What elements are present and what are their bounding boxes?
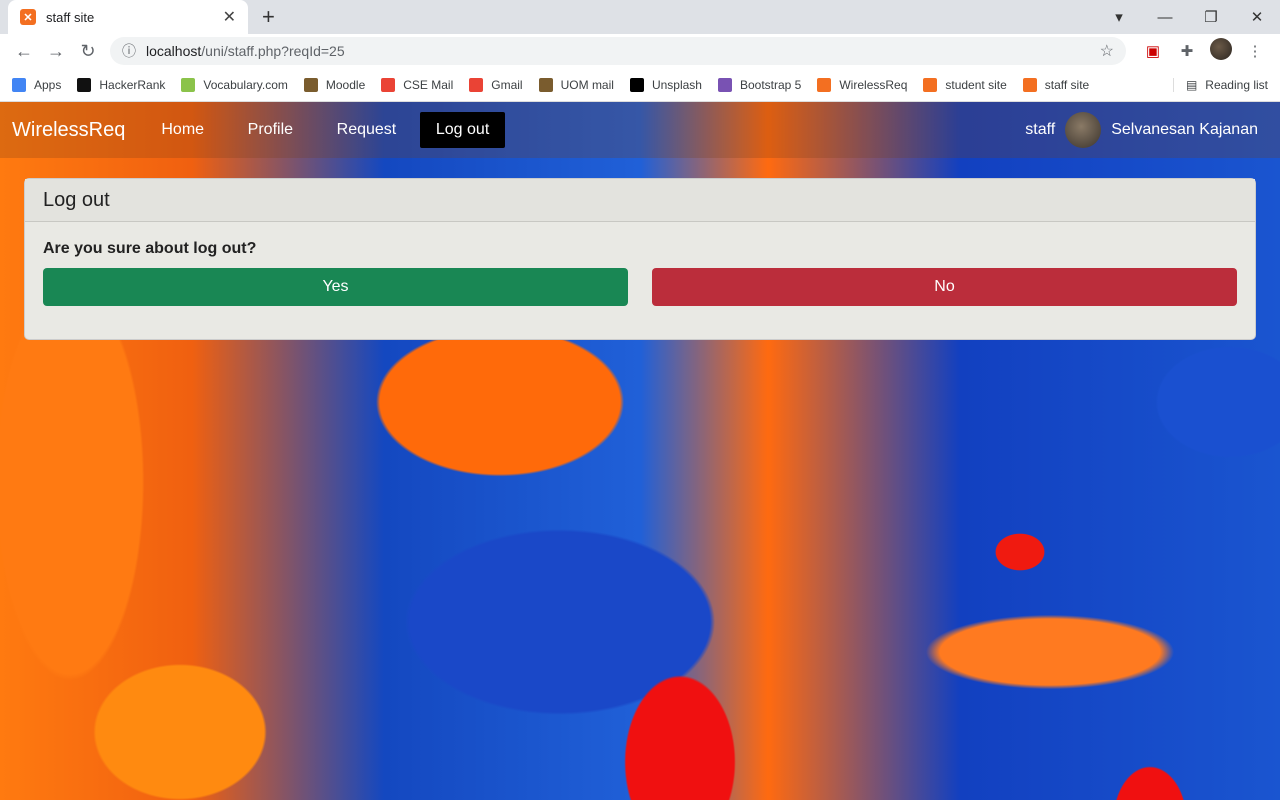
- forward-icon[interactable]: →: [40, 41, 72, 62]
- bookmark-item[interactable]: UOM mail: [538, 77, 614, 92]
- logout-card: Log out Are you sure about log out? Yes …: [24, 178, 1256, 340]
- user-name: Selvanesan Kajanan: [1111, 121, 1258, 138]
- bookmark-label: Apps: [34, 77, 62, 92]
- tab-search-icon[interactable]: ▾: [1096, 8, 1142, 26]
- bookmark-item[interactable]: HackerRank: [77, 77, 166, 92]
- bookmark-label: UOM mail: [560, 77, 614, 92]
- bookmark-item[interactable]: Bootstrap 5: [717, 77, 802, 92]
- bookmark-item[interactable]: WirelessReq: [817, 77, 908, 92]
- no-button[interactable]: No: [652, 268, 1237, 306]
- reading-list[interactable]: ▤ Reading list: [1172, 77, 1268, 92]
- bookmark-star-icon[interactable]: ☆: [1100, 41, 1114, 61]
- bookmark-icon: [817, 77, 832, 92]
- bookmark-icon: [629, 77, 644, 92]
- avatar: [1065, 112, 1102, 148]
- page-content: WirelessReq Home Profile Request Log out…: [0, 102, 1280, 800]
- close-tab-icon[interactable]: ✕: [223, 7, 236, 27]
- profile-avatar[interactable]: [1204, 38, 1238, 64]
- bookmark-label: Vocabulary.com: [203, 77, 288, 92]
- bookmark-icon: [181, 77, 196, 92]
- bookmark-item[interactable]: CSE Mail: [381, 77, 454, 92]
- yes-button[interactable]: Yes: [43, 268, 628, 306]
- url-host: localhost: [146, 43, 202, 59]
- bookmark-label: Moodle: [325, 77, 366, 92]
- bookmark-icon: [469, 77, 484, 92]
- nav-logout[interactable]: Log out: [419, 112, 506, 148]
- card-title: Log out: [25, 179, 1255, 222]
- bookmark-icon: [77, 77, 92, 92]
- bookmark-label: staff site: [1044, 77, 1090, 92]
- user-role: staff: [1025, 121, 1056, 138]
- minimize-icon[interactable]: —: [1142, 9, 1188, 26]
- navbar: WirelessReq Home Profile Request Log out…: [0, 102, 1280, 158]
- bookmark-item[interactable]: student site: [923, 77, 1007, 92]
- extension-icon[interactable]: ▣: [1136, 42, 1170, 60]
- restore-icon[interactable]: ❐: [1188, 8, 1234, 26]
- tab-strip: ✕ staff site ✕ + ▾ — ❐ ✕: [0, 0, 1280, 34]
- bookmark-icon: [12, 77, 26, 92]
- menu-icon[interactable]: ⋮: [1238, 42, 1272, 60]
- browser-tab[interactable]: ✕ staff site ✕: [8, 0, 248, 34]
- bookmark-label: HackerRank: [99, 77, 166, 92]
- back-icon[interactable]: ←: [8, 41, 40, 62]
- bookmark-icon: [923, 77, 938, 92]
- bookmark-icon: [538, 77, 553, 92]
- bookmark-label: CSE Mail: [403, 77, 454, 92]
- browser-toolbar: ← → ↻ ⓘ localhost/uni/staff.php?reqId=25…: [0, 34, 1280, 68]
- url-path: /uni/staff.php?reqId=25: [201, 43, 345, 59]
- reading-list-label: Reading list: [1205, 77, 1268, 92]
- bookmark-label: WirelessReq: [839, 77, 908, 92]
- bookmark-label: Unsplash: [651, 77, 702, 92]
- confirm-question: Are you sure about log out?: [43, 240, 257, 257]
- bookmark-icon: [381, 77, 396, 92]
- tab-title: staff site: [46, 9, 95, 25]
- bookmark-label: student site: [945, 77, 1007, 92]
- nav-request[interactable]: Request: [317, 112, 417, 148]
- close-window-icon[interactable]: ✕: [1234, 8, 1280, 26]
- address-bar[interactable]: ⓘ localhost/uni/staff.php?reqId=25 ☆: [110, 37, 1126, 65]
- bookmark-item[interactable]: Gmail: [469, 77, 523, 92]
- bookmark-icon: [303, 77, 318, 92]
- nav-profile[interactable]: Profile: [228, 112, 313, 148]
- bookmark-item[interactable]: Moodle: [303, 77, 366, 92]
- new-tab-icon[interactable]: +: [262, 4, 275, 30]
- bookmarks-bar: Apps HackerRank Vocabulary.com Moodle CSE Ma…: [0, 68, 1280, 102]
- info-icon[interactable]: ⓘ: [122, 41, 136, 61]
- bookmark-item[interactable]: Apps: [12, 77, 62, 92]
- xampp-icon: ✕: [20, 9, 36, 25]
- reading-list-icon: ▤: [1185, 77, 1198, 92]
- bookmark-item[interactable]: staff site: [1022, 77, 1090, 92]
- puzzle-icon[interactable]: ✚: [1170, 42, 1204, 60]
- reload-icon[interactable]: ↻: [72, 41, 104, 62]
- nav-home[interactable]: Home: [141, 112, 224, 148]
- bookmark-item[interactable]: Unsplash: [629, 77, 702, 92]
- bookmark-item[interactable]: Vocabulary.com: [181, 77, 288, 92]
- brand[interactable]: WirelessReq: [12, 119, 125, 142]
- bookmark-icon: [1022, 77, 1037, 92]
- bookmark-icon: [717, 77, 732, 92]
- bookmark-label: Bootstrap 5: [739, 77, 802, 92]
- bookmark-label: Gmail: [491, 77, 523, 92]
